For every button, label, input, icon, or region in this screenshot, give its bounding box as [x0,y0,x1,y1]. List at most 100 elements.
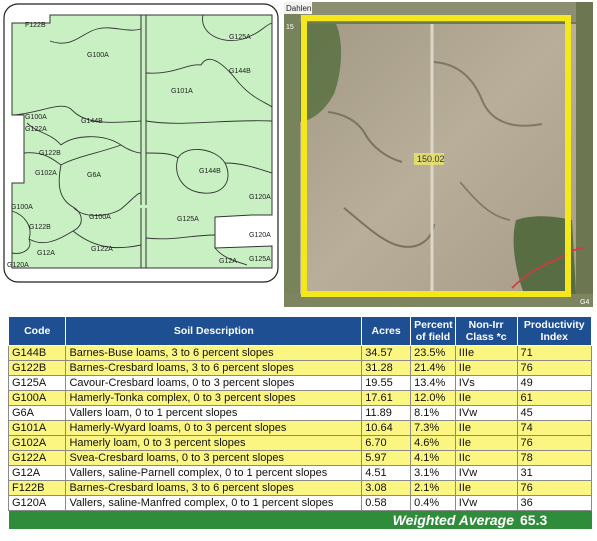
cell-code: G125A [7,375,67,391]
soil-map-label: G144B [229,68,251,75]
cell-code: G144B [7,345,67,361]
road-label: Dahlen [286,4,311,13]
cell-code: G12A [7,465,67,481]
table-row: G125A Cavour-Cresbard loams, 0 to 3 perce… [7,375,592,391]
table-row: G102A Hamerly loam, 0 to 3 percent slopes… [7,435,592,451]
table-row: G120A Vallers, saline-Manfred complex, 0 … [7,495,592,511]
header-description: Soil Description [65,316,363,346]
cell-description: Hamerly-Wyard loams, 0 to 3 percent slop… [65,420,363,436]
soil-map-label: G101A [171,88,193,95]
cell-acres: 17.61 [361,390,412,406]
table-row: G100A Hamerly-Tonka complex, 0 to 3 perce… [7,390,592,406]
cell-percent: 13.4% [410,375,456,391]
cell-code: F122B [7,480,67,496]
cell-class: IIc [454,450,518,466]
soil-map-label: G125A [229,34,251,41]
table-row: G12A Vallers, saline-Parnell complex, 0 t… [7,465,592,481]
cell-description: Cavour-Cresbard loams, 0 to 3 percent sl… [65,375,363,391]
soil-map-label: G122B [39,150,61,157]
cell-description: Hamerly-Tonka complex, 0 to 3 percent sl… [65,390,363,406]
cell-productivity: 78 [516,450,592,466]
cell-acres: 34.57 [361,345,412,361]
cell-description: Barnes-Cresbard loams, 3 to 6 percent sl… [65,480,363,496]
cell-class: IIe [454,390,518,406]
cell-acres: 10.64 [361,420,412,436]
cell-acres: 5.97 [361,450,412,466]
cell-description: Vallers, saline-Manfred complex, 0 to 1 … [65,495,363,511]
soil-map-label: G122A [91,246,113,253]
table-row: F122B Barnes-Cresbard loams, 3 to 6 perce… [7,480,592,496]
cell-class: IIe [454,420,518,436]
cell-acres: 11.89 [361,405,412,421]
cell-percent: 23.5% [410,345,456,361]
table-row: G101A Hamerly-Wyard loams, 0 to 3 percent… [7,420,592,436]
soil-table: Code Soil Description Acres Percent of f… [7,316,592,529]
soil-map-label: G6A [87,172,101,179]
table-row: G144B Barnes-Buse loams, 3 to 6 percent s… [7,345,592,361]
cell-description: Vallers loam, 0 to 1 percent slopes [65,405,363,421]
cell-acres: 4.51 [361,465,412,481]
cell-productivity: 76 [516,435,592,451]
cell-code: G6A [7,405,67,421]
table-row: G122A Svea-Cresbard loams, 0 to 3 percent… [7,450,592,466]
weighted-average-value: 65.3 [517,510,592,529]
cell-acres: 3.08 [361,480,412,496]
cell-percent: 8.1% [410,405,456,421]
header-productivity: Productivity Index [516,316,592,346]
cell-code: G122B [7,360,67,376]
cell-description: Barnes-Buse loams, 3 to 6 percent slopes [65,345,363,361]
soil-map-label: G144B [81,118,103,125]
soil-map-label: G12A [37,250,55,257]
cell-percent: 21.4% [410,360,456,376]
soil-map-label: F122B [25,22,46,29]
cell-class: IIe [454,435,518,451]
soil-map-label: G100A [87,52,109,59]
table-body: G144B Barnes-Buse loams, 3 to 6 percent s… [7,345,592,511]
soil-map-label: G144B [199,168,221,175]
cell-percent: 4.1% [410,450,456,466]
cell-productivity: 74 [516,420,592,436]
cell-description: Vallers, saline-Parnell complex, 0 to 1 … [65,465,363,481]
cell-percent: 3.1% [410,465,456,481]
soil-map-label: G120A [249,232,271,239]
soil-map-label: G125A [177,216,199,223]
table-row: G122B Barnes-Cresbard loams, 3 to 6 perce… [7,360,592,376]
cell-class: IVs [454,375,518,391]
soil-map-label: G100A [89,214,111,221]
soil-map: F122B G125A G100A G144B G101A G100A G122A G144B… [3,3,279,283]
cell-code: G122A [7,450,67,466]
header-class: Non-Irr Class *c [454,316,518,346]
weighted-average-row: Weighted Average 65.3 [8,510,592,529]
edge-label-right: G4 [580,299,589,306]
soil-map-label: G120A [249,194,271,201]
soil-map-label: G100A [25,114,47,121]
aerial-image: Dahlen 15 G4 150.02 [284,2,593,307]
cell-productivity: 31 [516,465,592,481]
cell-percent: 12.0% [410,390,456,406]
soil-map-label: G125A [249,256,271,263]
cell-description: Hamerly loam, 0 to 3 percent slopes [65,435,363,451]
cell-acres: 31.28 [361,360,412,376]
header-percent: Percent of field [410,316,456,346]
cell-class: IIe [454,360,518,376]
cell-productivity: 36 [516,495,592,511]
cell-class: IIe [454,480,518,496]
cell-acres: 0.58 [361,495,412,511]
cell-code: G100A [7,390,67,406]
soil-map-label: G12A [219,258,237,265]
cell-description: Svea-Cresbard loams, 0 to 3 percent slop… [65,450,363,466]
cell-productivity: 61 [516,390,592,406]
table-header-row: Code Soil Description Acres Percent of f… [7,316,592,346]
edge-label-left: 15 [286,24,294,31]
cell-class: IVw [454,465,518,481]
cell-percent: 2.1% [410,480,456,496]
soil-map-label: G122B [29,224,51,231]
header-acres: Acres [361,316,412,346]
cell-class: IVw [454,495,518,511]
cell-productivity: 71 [516,345,592,361]
soil-map-label: G122A [25,126,47,133]
weighted-average-label: Weighted Average [8,510,517,529]
cell-productivity: 45 [516,405,592,421]
soil-map-label: G100A [11,204,33,211]
cell-acres: 19.55 [361,375,412,391]
